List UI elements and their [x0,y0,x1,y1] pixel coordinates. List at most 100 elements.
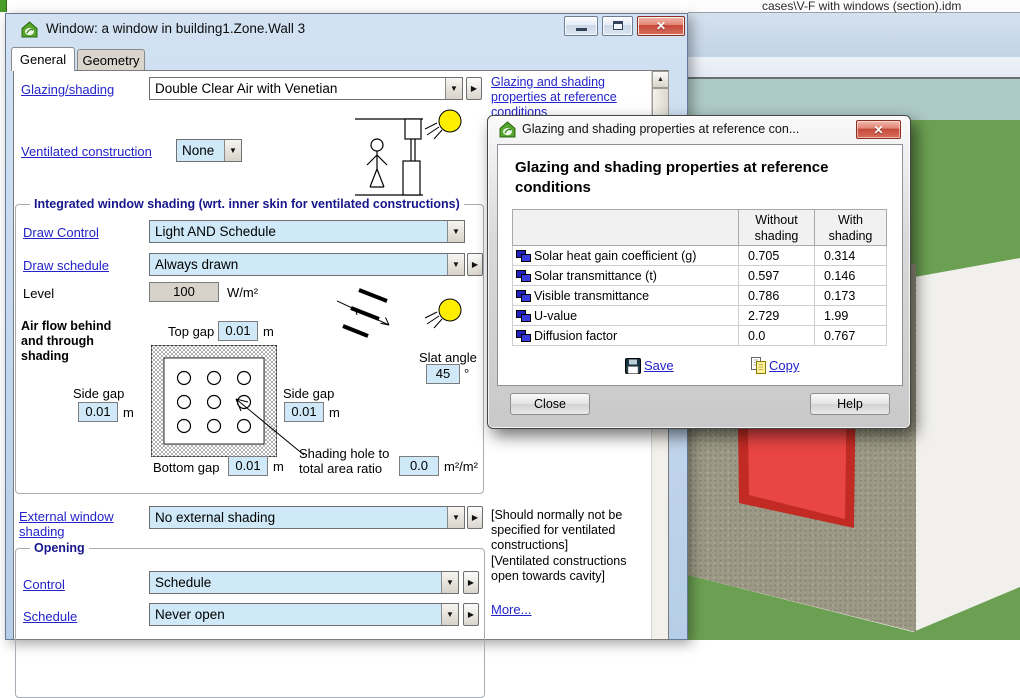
glazing-shading-select[interactable]: Double Clear Air with Venetian ▼ [149,77,463,100]
col-with-shading: With shading [815,210,887,246]
expand-arrow-icon: ▶ [468,578,474,587]
dialog-heading: Glazing and shading properties at refere… [515,158,867,198]
table-row[interactable]: U-value 2.729 1.99 [513,306,887,326]
glazing-expand-button[interactable]: ▶ [466,77,482,100]
reference-properties-link[interactable]: Glazing and shading properties at refere… [491,75,621,120]
expand-arrow-icon: ▶ [471,84,477,93]
opening-schedule-select[interactable]: Never open ▼ [149,603,459,626]
close-icon: ✕ [638,17,684,35]
close-icon: ✕ [857,121,900,139]
sun-icon [423,107,465,141]
chevron-down-icon[interactable]: ▼ [441,604,458,625]
opening-control-link[interactable]: Control [23,577,65,592]
app-house-icon [21,21,38,38]
expand-arrow-icon: ▶ [468,610,474,619]
sun-icon [423,296,465,330]
dialog-title: Glazing and shading properties at refere… [522,122,799,136]
hole-ratio-unit: m²/m² [444,459,478,474]
table-row[interactable]: Solar heat gain coefficient (g) 0.705 0.… [513,246,887,266]
top-gap-label: Top gap [168,324,214,339]
maximize-icon [613,21,623,30]
tab-general[interactable]: General [11,47,75,71]
object-icon [516,290,531,302]
external-shading-select[interactable]: No external shading ▼ [149,506,465,529]
top-gap-unit: m [263,324,274,339]
chevron-down-icon[interactable]: ▼ [447,254,464,275]
minimize-icon [576,28,587,31]
table-row[interactable]: Visible transmittance 0.786 0.173 [513,286,887,306]
expand-arrow-icon: ▶ [472,260,478,269]
opening-note: [Ventilated constructions open towards c… [491,554,653,584]
slat-angle-illustration [337,287,401,343]
draw-schedule-expand-button[interactable]: ▶ [467,253,483,276]
draw-schedule-select[interactable]: Always drawn ▼ [149,253,465,276]
side-gap-left-label: Side gap [73,386,124,401]
document-path-text: cases\V-F with windows (section).idm [762,0,961,13]
window-title: Window: a window in building1.Zone.Wall … [46,21,305,36]
minimize-button[interactable] [564,16,598,36]
chevron-down-icon[interactable]: ▼ [447,221,464,242]
object-icon [516,250,531,262]
expand-arrow-icon: ▶ [472,513,478,522]
taskbar-icon-sliver [0,0,7,12]
side-gap-left-unit: m [123,405,134,420]
empty-header-cell [513,210,739,246]
copy-link[interactable]: Copy [769,358,799,373]
glazing-shading-link[interactable]: Glazing/shading [21,82,114,97]
parent-toolbar-band [688,13,1020,57]
object-icon [516,270,531,282]
external-window-shading-link[interactable]: External window shading [19,509,134,539]
opening-schedule-expand-button[interactable]: ▶ [463,603,479,626]
opening-control-select[interactable]: Schedule ▼ [149,571,459,594]
chevron-down-icon[interactable]: ▼ [445,78,462,99]
draw-schedule-link[interactable]: Draw schedule [23,258,109,273]
draw-control-link[interactable]: Draw Control [23,225,99,240]
table-row[interactable]: Diffusion factor 0.0 0.767 [513,326,887,346]
side-gap-left-input[interactable]: 0.01 [78,402,118,422]
table-row[interactable]: Solar transmittance (t) 0.597 0.146 [513,266,887,286]
opening-control-expand-button[interactable]: ▶ [463,571,479,594]
slat-angle-label: Slat angle [419,350,477,365]
chevron-down-icon[interactable]: ▼ [447,507,464,528]
more-link[interactable]: More... [491,602,531,617]
group-title: Integrated window shading (wrt. inner sk… [30,197,464,211]
title-bar[interactable]: Window: a window in building1.Zone.Wall … [6,14,687,45]
bottom-gap-unit: m [273,459,284,474]
save-floppy-icon [625,358,641,374]
dialog-close-button[interactable]: ✕ [856,120,901,139]
scroll-up-button[interactable]: ▲ [652,71,669,88]
chevron-down-icon[interactable]: ▼ [224,140,241,161]
opening-schedule-link[interactable]: Schedule [23,609,77,624]
side-gap-right-unit: m [329,405,340,420]
save-link[interactable]: Save [644,358,674,373]
col-without-shading: Without shading [739,210,815,246]
slat-angle-unit: ° [464,366,469,381]
hole-ratio-input[interactable]: 0.0 [399,456,439,476]
level-label: Level [23,286,54,301]
chevron-down-icon[interactable]: ▼ [441,572,458,593]
bottom-gap-label: Bottom gap [153,460,220,475]
object-icon [516,330,531,342]
ventilated-construction-link[interactable]: Ventilated construction [21,144,152,159]
tab-geometry[interactable]: Geometry [77,49,145,71]
level-unit: W/m² [227,285,258,300]
maximize-button[interactable] [602,16,633,36]
dialog-help-button[interactable]: Help [810,393,890,415]
object-icon [516,310,531,322]
properties-table: Without shading With shading Solar heat … [512,209,887,346]
app-house-icon [499,121,516,138]
glazing-properties-dialog: Glazing and shading properties at refere… [487,115,911,429]
close-button[interactable]: ✕ [637,16,685,36]
parent-toolbar-band2 [688,57,1020,79]
ventilated-construction-select[interactable]: None ▼ [176,139,242,162]
dialog-content-panel: Glazing and shading properties at refere… [497,144,903,386]
copy-icon [750,357,767,374]
slat-angle-input[interactable]: 45 [426,364,460,384]
dialog-close-action-button[interactable]: Close [510,393,590,415]
group-title: Opening [30,541,89,555]
top-gap-input[interactable]: 0.01 [218,321,258,341]
draw-control-select[interactable]: Light AND Schedule ▼ [149,220,465,243]
hole-ratio-pointer-arrow [226,391,308,461]
level-input[interactable]: 100 [149,282,219,302]
external-shading-expand-button[interactable]: ▶ [467,506,483,529]
